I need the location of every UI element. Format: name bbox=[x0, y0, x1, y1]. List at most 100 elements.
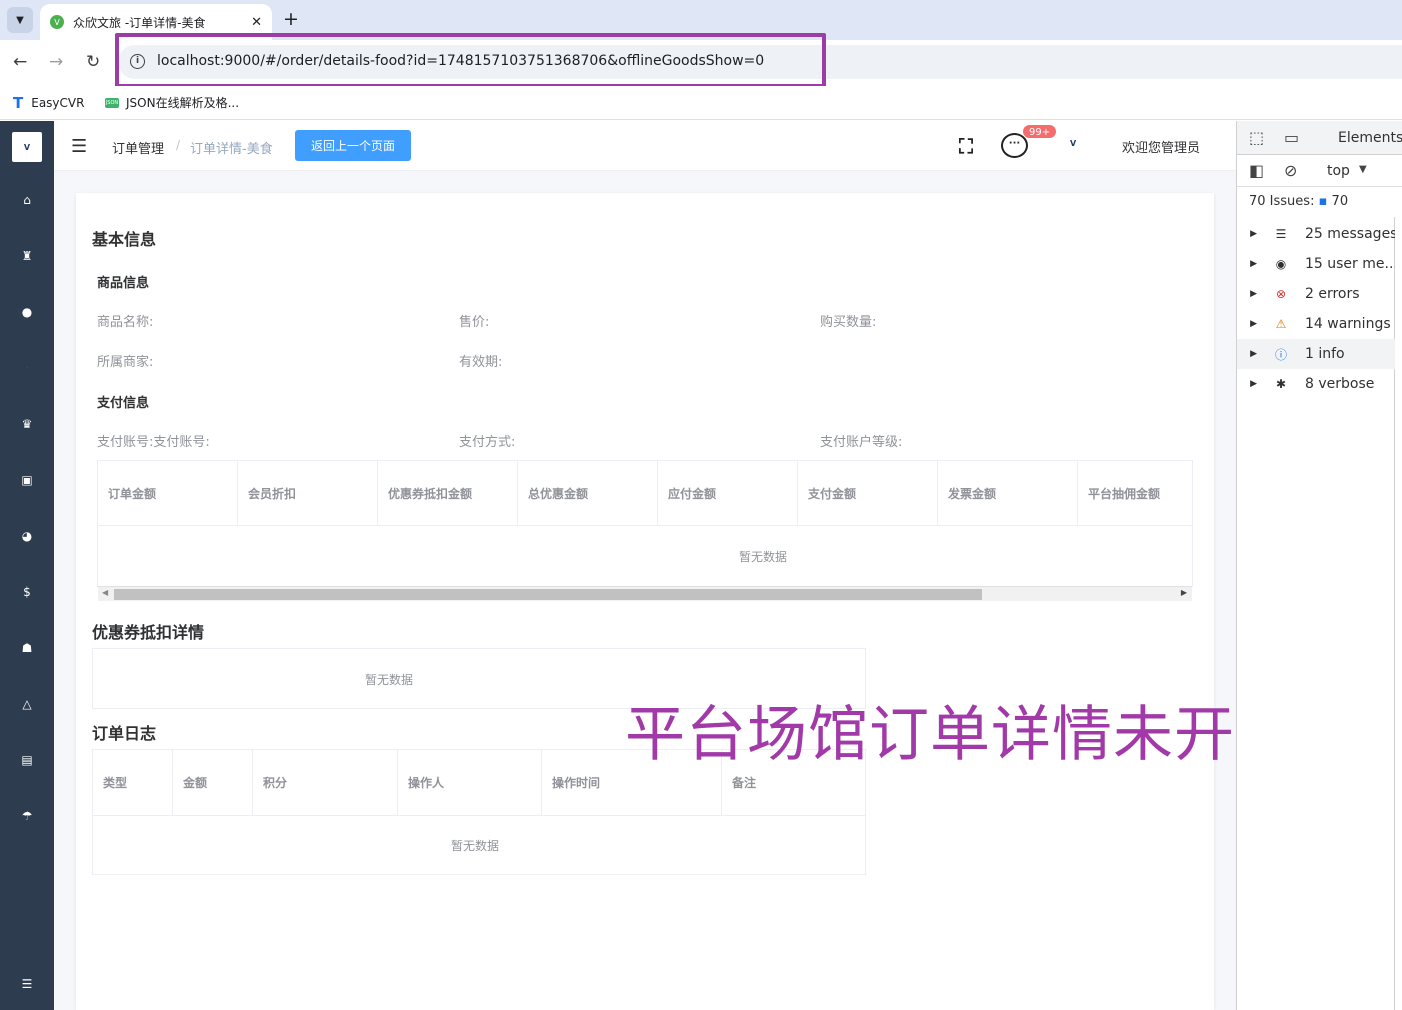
breadcrumb-order-management[interactable]: 订单管理 bbox=[112, 138, 164, 157]
product-name-label: 商品名称: bbox=[97, 315, 154, 330]
console-info-item[interactable]: ▶ ⓘ 1 info bbox=[1237, 339, 1395, 369]
bookmark-json[interactable]: JSON JSON在线解析及格... bbox=[105, 94, 239, 111]
th-total-discount: 总优惠金额 bbox=[518, 461, 658, 525]
scroll-right-arrow-icon[interactable]: ▶ bbox=[1181, 588, 1187, 597]
console-errors-item[interactable]: ▶ ⊗ 2 errors bbox=[1237, 279, 1395, 309]
context-dropdown-icon[interactable]: ▼ bbox=[1359, 164, 1367, 175]
close-tab-icon[interactable]: ✕ bbox=[251, 15, 262, 30]
validity-label: 有效期: bbox=[459, 355, 503, 370]
payment-info-title: 支付信息 bbox=[97, 396, 150, 411]
coin-icon[interactable]: $ bbox=[17, 583, 37, 601]
tab-elements[interactable]: Elements bbox=[1338, 130, 1402, 146]
coupon-section-title: 优惠券抵扣详情 bbox=[92, 623, 205, 642]
console-item-label: 2 errors bbox=[1305, 286, 1360, 302]
expand-arrow-icon[interactable]: ▶ bbox=[1237, 229, 1257, 239]
context-selector[interactable]: top bbox=[1327, 163, 1350, 179]
clear-console-icon[interactable]: ⊘ bbox=[1284, 161, 1297, 180]
bookmark-easycvr[interactable]: T EasyCVR bbox=[13, 94, 84, 112]
th-type: 类型 bbox=[93, 750, 173, 815]
hotel-icon[interactable]: △ bbox=[17, 695, 37, 713]
browser-tab-bar: ▼ V 众欣文旅 -订单详情-美食 ✕ + bbox=[0, 0, 1402, 40]
app-sidebar: V ⌂ ♜ ● · ♛ ▣ ◕ $ ☗ △ ▤ ☂ ☰ bbox=[0, 121, 54, 1010]
address-bar[interactable]: i localhost:9000/#/order/details-food?id… bbox=[118, 45, 1402, 79]
app-header: ☰ 订单管理 / 订单详情-美食 返回上一个页面 ⛶ ··· 99+ V 欢迎您… bbox=[54, 121, 1236, 171]
tab-title: 众欣文旅 -订单详情-美食 bbox=[73, 15, 206, 30]
mushroom-icon[interactable]: ☗ bbox=[17, 639, 37, 657]
app-logo[interactable]: V bbox=[12, 132, 42, 162]
console-item-label: 8 verbose bbox=[1305, 376, 1375, 392]
home-icon[interactable]: ⌂ bbox=[17, 191, 37, 209]
bookmarks-bar: T EasyCVR JSON JSON在线解析及格... bbox=[0, 86, 1402, 120]
bookmark-label: JSON在线解析及格... bbox=[126, 96, 240, 110]
th-operator: 操作人 bbox=[398, 750, 542, 815]
device-toolbar-icon[interactable]: ▭ bbox=[1284, 128, 1299, 147]
order-log-title: 订单日志 bbox=[92, 724, 157, 743]
issues-summary[interactable]: 70 Issues: ▪ 70 bbox=[1249, 194, 1348, 209]
console-verbose-item[interactable]: ▶ ✱ 8 verbose bbox=[1237, 369, 1395, 399]
basic-info-title: 基本信息 bbox=[92, 230, 157, 249]
expand-arrow-icon[interactable]: ▶ bbox=[1237, 349, 1257, 359]
th-order-amount: 订单金额 bbox=[98, 461, 238, 525]
amount-table-header: 订单金额 会员折扣 优惠券抵扣金额 总优惠金额 应付金额 支付金额 发票金额 平… bbox=[98, 461, 1192, 526]
detail-card bbox=[76, 193, 1214, 1010]
ticket-icon[interactable]: ♜ bbox=[17, 247, 37, 265]
tab-search-chevron-icon[interactable]: ▼ bbox=[7, 7, 33, 33]
devtools-tab-bar: ⬚ ▭ Elements bbox=[1237, 121, 1402, 155]
url-text[interactable]: localhost:9000/#/order/details-food?id=1… bbox=[157, 53, 764, 69]
inspect-element-icon[interactable]: ⬚ bbox=[1249, 128, 1264, 147]
th-amount: 金额 bbox=[173, 750, 253, 815]
site-info-icon[interactable]: i bbox=[130, 54, 145, 69]
menu-toggle-icon[interactable]: ☰ bbox=[71, 136, 87, 157]
breadcrumb-separator: / bbox=[176, 138, 181, 152]
browser-tab[interactable]: V 众欣文旅 -订单详情-美食 ✕ bbox=[40, 4, 272, 40]
clipboard-icon[interactable]: ▣ bbox=[17, 471, 37, 489]
info-icon: ⓘ bbox=[1274, 347, 1287, 362]
bug-icon: ✱ bbox=[1275, 377, 1287, 391]
sidebar-toggle-icon[interactable]: ◧ bbox=[1249, 161, 1264, 180]
th-paid-amount: 支付金额 bbox=[798, 461, 938, 525]
console-warnings-item[interactable]: ▶ ⚠ 14 warnings bbox=[1237, 309, 1395, 339]
breadcrumb-current: 订单详情-美食 bbox=[190, 142, 273, 157]
ticket-stub-icon[interactable]: ▤ bbox=[17, 751, 37, 769]
console-item-label: 1 info bbox=[1305, 346, 1345, 362]
order-log-empty: 暂无数据 bbox=[451, 839, 500, 853]
database-icon[interactable]: ☰ bbox=[17, 975, 37, 993]
expand-arrow-icon[interactable]: ▶ bbox=[1237, 289, 1257, 299]
console-user-messages-item[interactable]: ▶ ◉ 15 user me... bbox=[1237, 249, 1395, 279]
issues-label: 70 Issues: bbox=[1249, 194, 1315, 209]
scroll-left-arrow-icon[interactable]: ◀ bbox=[102, 588, 108, 597]
back-to-previous-button[interactable]: 返回上一个页面 bbox=[295, 130, 411, 161]
fullscreen-icon[interactable]: ⛶ bbox=[959, 134, 973, 158]
reload-icon[interactable]: ↻ bbox=[86, 52, 100, 72]
welcome-text[interactable]: 欢迎您管理员 bbox=[1122, 137, 1200, 156]
console-messages-item[interactable]: ▶ ☰ 25 messages bbox=[1237, 219, 1395, 249]
coupon-table-empty: 暂无数据 bbox=[365, 673, 414, 687]
expand-arrow-icon[interactable]: ▶ bbox=[1237, 319, 1257, 329]
amount-table: 订单金额 会员折扣 优惠券抵扣金额 总优惠金额 应付金额 支付金额 发票金额 平… bbox=[97, 460, 1193, 587]
circle-icon[interactable]: ● bbox=[17, 303, 37, 321]
price-label: 售价: bbox=[459, 315, 490, 330]
umbrella-icon[interactable]: ☂ bbox=[17, 807, 37, 825]
product-info-title: 商品信息 bbox=[97, 276, 150, 291]
expand-arrow-icon[interactable]: ▶ bbox=[1237, 379, 1257, 389]
amount-table-empty: 暂无数据 bbox=[739, 550, 788, 564]
new-tab-icon[interactable]: + bbox=[283, 8, 299, 30]
back-arrow-icon[interactable]: ← bbox=[13, 52, 27, 72]
shopping-bag-icon[interactable]: ◕ bbox=[17, 527, 37, 545]
scrollbar-thumb[interactable] bbox=[114, 589, 982, 600]
annotation-overlay-text: 平台场馆订单详情未开发 bbox=[625, 700, 1296, 770]
issues-count: 70 bbox=[1331, 194, 1349, 209]
th-coupon-deduction: 优惠券抵扣金额 bbox=[378, 461, 518, 525]
message-badge: 99+ bbox=[1022, 124, 1058, 139]
expand-arrow-icon[interactable]: ▶ bbox=[1237, 259, 1257, 269]
pay-account-label: 支付账号:支付账号: bbox=[97, 435, 210, 450]
warning-icon: ⚠ bbox=[1275, 317, 1287, 331]
merchant-label: 所属商家: bbox=[97, 355, 154, 370]
crown-icon[interactable]: ♛ bbox=[17, 415, 37, 433]
blank-menu-icon[interactable]: · bbox=[17, 359, 37, 377]
forward-arrow-icon[interactable]: → bbox=[49, 52, 63, 72]
console-item-label: 15 user me... bbox=[1305, 256, 1395, 272]
browser-toolbar: ← → ↻ i localhost:9000/#/order/details-f… bbox=[0, 40, 1402, 86]
amount-table-scrollbar[interactable]: ◀ ▶ bbox=[98, 586, 1192, 601]
json-icon: JSON bbox=[105, 97, 119, 108]
